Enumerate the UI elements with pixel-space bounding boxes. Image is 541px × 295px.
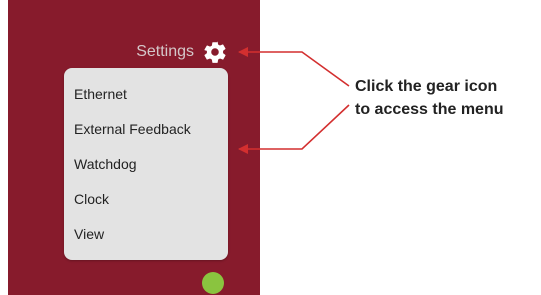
menu-item-ethernet[interactable]: Ethernet <box>74 82 127 106</box>
menu-item-watchdog[interactable]: Watchdog <box>74 152 137 176</box>
callout-line-2: to access the menu <box>355 101 504 118</box>
settings-panel: Settings Ethernet External Feedback Watc… <box>8 0 260 295</box>
settings-header[interactable]: Settings <box>120 36 260 68</box>
menu-item-external-feedback[interactable]: External Feedback <box>74 117 191 141</box>
gear-icon[interactable] <box>202 39 228 65</box>
settings-menu: Ethernet External Feedback Watchdog Cloc… <box>64 68 228 260</box>
settings-label: Settings <box>136 43 194 60</box>
menu-item-view[interactable]: View <box>74 222 104 246</box>
status-dot-icon <box>202 272 224 294</box>
callout-text: Click the gear icon to access the menu <box>355 75 541 121</box>
menu-item-clock[interactable]: Clock <box>74 187 109 211</box>
callout-line-1: Click the gear icon <box>355 78 498 95</box>
